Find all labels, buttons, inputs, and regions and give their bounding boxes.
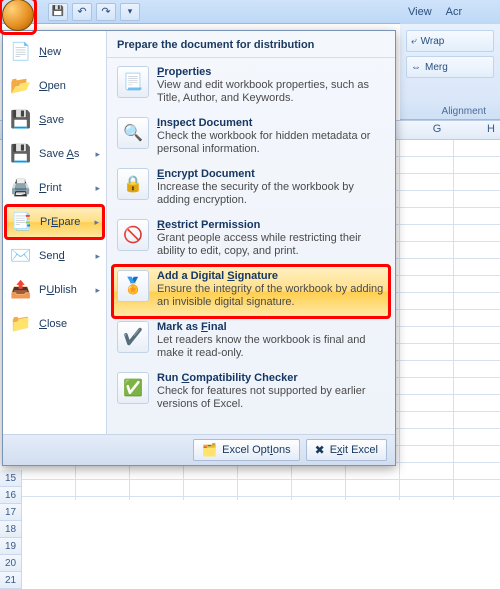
publish-icon: 📤	[9, 278, 33, 302]
new-icon: 📄	[9, 40, 33, 64]
encrypt-title: Encrypt Document	[157, 168, 385, 180]
inspect-title: Inspect Document	[157, 117, 385, 129]
menu-close[interactable]: 📁 Close	[5, 307, 104, 341]
submenu-arrow-icon: ▸	[95, 251, 100, 262]
qat-save-button[interactable]	[48, 3, 68, 21]
column-header-h[interactable]: H	[464, 123, 500, 135]
properties-desc: View and edit workbook properties, such …	[157, 79, 385, 105]
save-as-icon: 💾	[9, 142, 33, 166]
wrap-text-label: Wrap	[421, 36, 445, 47]
row-header[interactable]: 16	[0, 487, 22, 504]
menu-open[interactable]: 📂 Open	[5, 69, 104, 103]
encrypt-desc: Increase the security of the workbook by…	[157, 181, 385, 207]
prepare-inspect-document[interactable]: 🔍 Inspect Document Check the workbook fo…	[113, 113, 389, 164]
exit-excel-label: Exit Excel	[330, 444, 378, 456]
prepare-restrict-permission[interactable]: 🚫 Restrict Permission Grant people acces…	[113, 215, 389, 266]
compat-icon: ✅	[117, 372, 149, 404]
office-menu-footer: 🗂️ Excel OptIons ✖ Exit Excel	[3, 435, 395, 465]
send-icon: ✉️	[9, 244, 33, 268]
wrap-text-button[interactable]: ⤶ Wrap	[406, 30, 494, 52]
qat-undo-button[interactable]	[72, 3, 92, 21]
inspect-desc: Check the workbook for hidden metadata o…	[157, 130, 385, 156]
menu-save[interactable]: 💾 Save	[5, 103, 104, 137]
signature-desc: Ensure the integrity of the workbook by …	[157, 283, 385, 309]
submenu-arrow-icon: ▸	[95, 285, 100, 296]
menu-prepare[interactable]: 📑 PrEpare ▸	[5, 205, 104, 239]
menu-save-label: Save	[39, 114, 64, 126]
menu-new[interactable]: 📄 New	[5, 35, 104, 69]
column-header-g[interactable]: G	[410, 123, 464, 135]
prepare-icon: 📑	[10, 210, 34, 234]
menu-send-label: Send	[39, 250, 65, 262]
menu-prepare-label: PrEpare	[40, 216, 80, 228]
row-header[interactable]: 20	[0, 555, 22, 572]
menu-publish-label: PUblish	[39, 284, 77, 296]
tab-acrobat[interactable]: Acr	[446, 6, 463, 18]
excel-options-label: Excel OptIons	[222, 444, 291, 456]
menu-save-as-label: Save As	[39, 148, 79, 160]
ribbon-group-label: Alignment	[442, 106, 486, 117]
encrypt-icon: 🔒	[117, 168, 149, 200]
merge-icon: ⇔	[411, 62, 421, 73]
prepare-properties[interactable]: 📃 Properties View and edit workbook prop…	[113, 62, 389, 113]
close-icon: 📁	[9, 312, 33, 336]
menu-send[interactable]: ✉️ Send ▸	[5, 239, 104, 273]
qat-redo-button[interactable]	[96, 3, 116, 21]
menu-save-as[interactable]: 💾 Save As ▸	[5, 137, 104, 171]
qat-customize-button[interactable]	[120, 3, 140, 21]
print-icon: 🖨️	[9, 176, 33, 200]
compat-title: Run Compatibility Checker	[157, 372, 385, 384]
merge-label: Merg	[425, 62, 448, 73]
exit-excel-button[interactable]: ✖ Exit Excel	[306, 439, 387, 461]
row-header[interactable]: 19	[0, 538, 22, 555]
tab-view[interactable]: View	[408, 6, 432, 18]
open-icon: 📂	[9, 74, 33, 98]
row-header[interactable]: 21	[0, 572, 22, 589]
exit-icon: ✖	[315, 443, 325, 457]
compat-desc: Check for features not supported by earl…	[157, 385, 385, 411]
restrict-icon: 🚫	[117, 219, 149, 251]
options-icon: 🗂️	[202, 443, 217, 457]
menu-new-label: New	[39, 46, 61, 58]
excel-options-button[interactable]: 🗂️ Excel OptIons	[193, 439, 299, 461]
prepare-submenu-header: Prepare the document for distribution	[107, 31, 395, 58]
office-menu-left: 📄 New 📂 Open 💾 Save 💾 Save As ▸ 🖨️ Print…	[3, 31, 107, 434]
ribbon-tabs: View Acr	[400, 0, 500, 24]
properties-title: Properties	[157, 66, 385, 78]
row-header[interactable]: 17	[0, 504, 22, 521]
menu-close-label: Close	[39, 318, 67, 330]
submenu-arrow-icon: ▸	[95, 149, 100, 160]
signature-title: Add a Digital Signature	[157, 270, 385, 282]
menu-open-label: Open	[39, 80, 66, 92]
inspect-icon: 🔍	[117, 117, 149, 149]
prepare-compatibility-checker[interactable]: ✅ Run Compatibility Checker Check for fe…	[113, 368, 389, 419]
submenu-arrow-icon: ▸	[95, 183, 100, 194]
office-menu: 📄 New 📂 Open 💾 Save 💾 Save As ▸ 🖨️ Print…	[2, 30, 396, 466]
final-desc: Let readers know the workbook is final a…	[157, 334, 385, 360]
final-title: Mark as Final	[157, 321, 385, 333]
row-header[interactable]: 15	[0, 470, 22, 487]
restrict-title: Restrict Permission	[157, 219, 385, 231]
wrap-text-icon: ⤶	[411, 36, 417, 47]
menu-publish[interactable]: 📤 PUblish ▸	[5, 273, 104, 307]
ribbon-group-alignment: ⤶ Wrap ⇔ Merg Alignment	[400, 24, 500, 120]
prepare-submenu: Prepare the document for distribution 📃 …	[107, 31, 395, 434]
menu-print[interactable]: 🖨️ Print ▸	[5, 171, 104, 205]
signature-icon: 🏅	[117, 270, 149, 302]
menu-print-label: Print	[39, 182, 62, 194]
submenu-arrow-icon: ▸	[94, 217, 99, 228]
final-icon: ✔️	[117, 321, 149, 353]
save-icon: 💾	[9, 108, 33, 132]
row-header[interactable]: 18	[0, 521, 22, 538]
prepare-mark-as-final[interactable]: ✔️ Mark as Final Let readers know the wo…	[113, 317, 389, 368]
highlight-office-button	[0, 0, 37, 35]
prepare-add-digital-signature[interactable]: 🏅 Add a Digital Signature Ensure the int…	[113, 266, 389, 317]
restrict-desc: Grant people access while restricting th…	[157, 232, 385, 258]
properties-icon: 📃	[117, 66, 149, 98]
prepare-encrypt-document[interactable]: 🔒 Encrypt Document Increase the security…	[113, 164, 389, 215]
merge-center-button[interactable]: ⇔ Merg	[406, 56, 494, 78]
